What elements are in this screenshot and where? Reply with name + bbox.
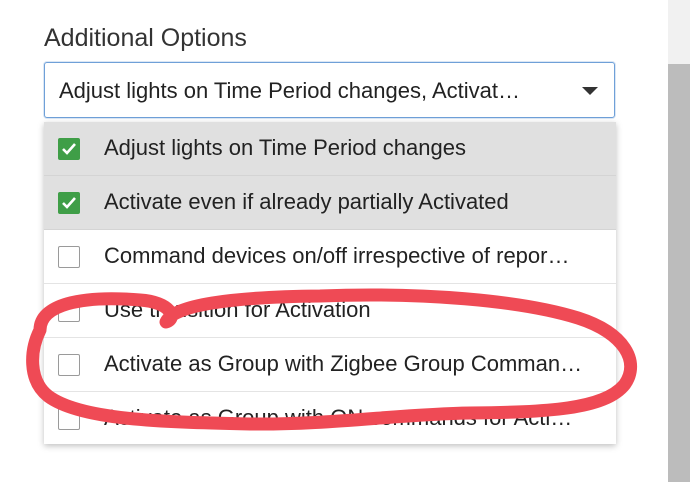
caret-down-icon[interactable] (582, 87, 598, 95)
option-activate-partial[interactable]: Activate even if already partially Activ… (44, 176, 616, 230)
option-on-commands[interactable]: Activate as Group with ON commands for A… (44, 392, 616, 444)
option-label: Command devices on/off irrespective of r… (104, 243, 570, 268)
checkbox-unchecked-icon[interactable] (58, 246, 80, 268)
checkbox-checked-icon[interactable] (58, 192, 80, 214)
checkbox-unchecked-icon[interactable] (58, 408, 80, 430)
options-dropdown: Adjust lights on Time Period changes Act… (44, 122, 616, 444)
option-label: Use transition for Activation (104, 297, 371, 322)
checkbox-checked-icon[interactable] (58, 138, 80, 160)
additional-options-select[interactable]: Adjust lights on Time Period changes, Ac… (44, 62, 615, 118)
option-label: Activate as Group with ON commands for A… (104, 405, 573, 430)
option-command-devices[interactable]: Command devices on/off irrespective of r… (44, 230, 616, 284)
option-label: Activate as Group with Zigbee Group Comm… (104, 351, 583, 376)
scrollbar-thumb[interactable] (668, 64, 690, 482)
select-value: Adjust lights on Time Period changes, Ac… (59, 78, 521, 103)
additional-options-label: Additional Options (44, 24, 247, 52)
option-label: Adjust lights on Time Period changes (104, 135, 466, 160)
option-zigbee-group[interactable]: Activate as Group with Zigbee Group Comm… (44, 338, 616, 392)
option-use-transition[interactable]: Use transition for Activation (44, 284, 616, 338)
option-adjust-lights[interactable]: Adjust lights on Time Period changes (44, 122, 616, 176)
checkbox-unchecked-icon[interactable] (58, 354, 80, 376)
checkbox-unchecked-icon[interactable] (58, 300, 80, 322)
option-label: Activate even if already partially Activ… (104, 189, 509, 214)
